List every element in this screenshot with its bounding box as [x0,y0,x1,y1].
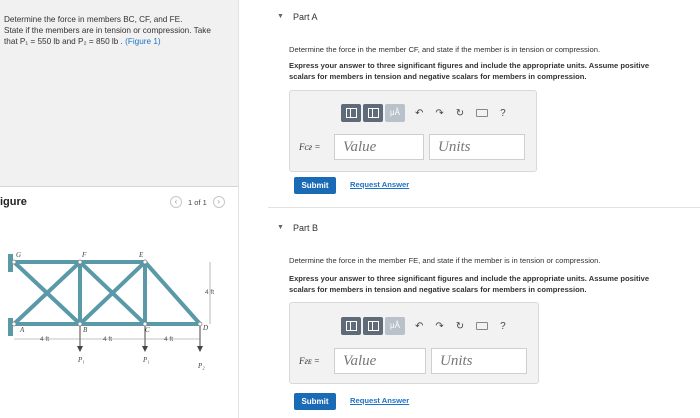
part-a-instructions: Express your answer to three significant… [289,60,700,82]
problem-line-2: State if the members are in tension or c… [4,26,211,35]
problem-line-3-text: that P₁ = 550 lb and P₂ = 850 lb . [4,37,123,46]
templates-icon[interactable] [341,317,361,335]
symbols-icon[interactable]: μÅ [385,104,405,122]
part-a-title[interactable]: Part A [293,12,318,22]
load-label-p1-second: P₁ [142,356,150,364]
templates-icon[interactable] [363,317,383,335]
reset-icon[interactable]: ↻ [456,108,464,119]
chevron-right-icon[interactable]: › [212,196,225,208]
problem-statement: Determine the force in members BC, CF, a… [4,14,232,47]
part-b-request-answer-link[interactable]: Request Answer [350,396,409,405]
help-icon[interactable]: ? [500,108,506,119]
undo-icon[interactable]: ↶ [415,321,423,332]
truss-members [12,260,202,326]
joint-label-f: F [81,251,87,259]
part-a-units-input[interactable] [429,134,525,160]
part-b-instructions: Express your answer to three significant… [289,273,700,295]
part-b-title[interactable]: Part B [293,223,318,233]
dimension-label-cd: 4 ft [164,336,173,343]
load-arrows [79,326,201,348]
arrow-down-icon [197,346,203,352]
dimension-label-ab: 4 ft [40,336,49,343]
figure-pager: ‹ 1 of 1 › [170,196,225,208]
pager-text: 1 of 1 [188,197,207,207]
dimension-label-height: 4 ft [205,289,214,296]
part-b-value-input[interactable] [334,348,426,374]
joint-label-g: G [16,251,21,259]
part-a-submit-button[interactable]: Submit [294,177,336,194]
part-b-toolbar: μÅ ↶ ↷ ↻ ? [341,317,518,335]
joint-label-e: E [138,251,144,259]
redo-icon[interactable]: ↷ [435,321,443,332]
templates-icon[interactable] [341,104,361,122]
load-label-p2: P₂ [197,362,205,370]
part-b-instruction-2: scalars for members in tension and negat… [289,285,587,294]
collapse-part-a-icon[interactable]: ▼ [277,13,284,20]
joint-label-b: B [83,326,88,334]
help-icon[interactable]: ? [500,321,506,332]
part-a-field-label: Fᴄғ = [299,142,321,152]
problem-line-3: that P₁ = 550 lb and P₂ = 850 lb . (Figu… [4,36,232,47]
joint-label-d: D [202,324,208,332]
wall-support-bottom [8,318,13,336]
figure-heading: igure [0,196,27,208]
part-a-instruction-2: scalars for members in tension and negat… [289,72,587,81]
keyboard-icon[interactable] [476,322,489,330]
reset-icon[interactable]: ↻ [456,321,464,332]
redo-icon[interactable]: ↷ [435,108,443,119]
undo-icon[interactable]: ↶ [415,108,423,119]
divider [0,186,238,187]
part-b-field-label: Fғᴇ = [299,356,320,366]
keyboard-icon[interactable] [476,109,489,117]
templates-icon[interactable] [363,104,383,122]
figure-link[interactable]: (Figure 1) [125,37,161,46]
part-a-question: Determine the force in the member CF, an… [289,45,601,54]
column-separator [238,0,239,418]
part-b-submit-button[interactable]: Submit [294,393,336,410]
joint-label-a: A [19,326,25,334]
collapse-part-b-icon[interactable]: ▼ [277,224,284,231]
arrow-down-icon [142,346,148,352]
part-separator [268,207,700,208]
symbols-icon[interactable]: μÅ [385,317,405,335]
arrow-down-icon [77,346,83,352]
part-a-toolbar: μÅ ↶ ↷ ↻ ? [341,104,518,122]
part-b-instruction-1: Express your answer to three significant… [289,274,650,283]
chevron-left-icon[interactable]: ‹ [170,196,182,208]
part-a-value-input[interactable] [334,134,424,160]
joint-label-c: C [145,326,150,334]
part-b-units-input[interactable] [431,348,527,374]
part-b-question: Determine the force in the member FE, an… [289,256,601,265]
part-a-instruction-1: Express your answer to three significant… [289,61,650,70]
part-a-request-answer-link[interactable]: Request Answer [350,180,409,189]
load-label-p1: P₁ [77,356,85,364]
dimension-label-bc: 4 ft [103,336,112,343]
truss-figure: G F E A B C D P₁ P₁ P₂ 4 ft 4 ft 4 ft 4 … [8,251,214,370]
problem-line-1: Determine the force in members BC, CF, a… [4,15,183,24]
